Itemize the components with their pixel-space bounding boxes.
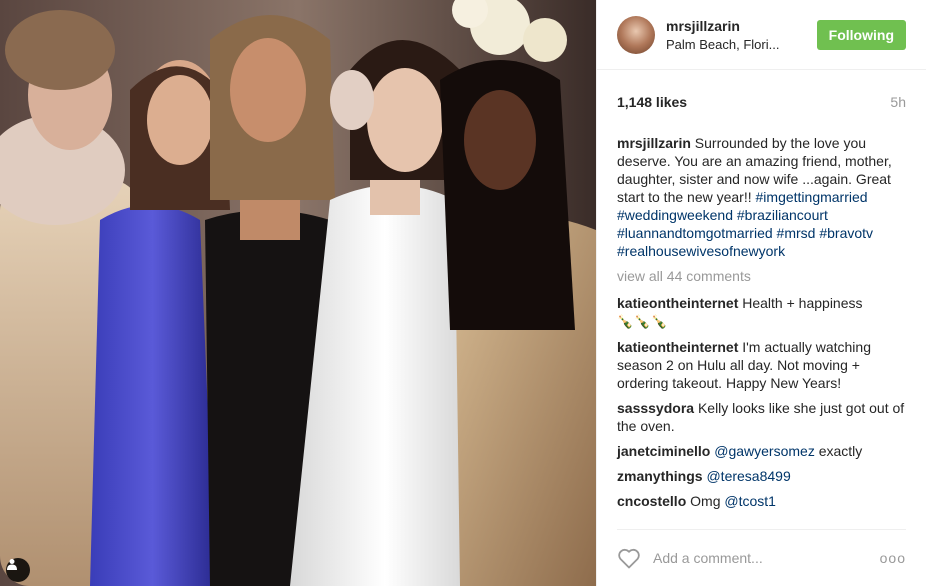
add-comment-row: ooo bbox=[617, 529, 906, 586]
comment-username[interactable]: sasssydora bbox=[617, 400, 694, 416]
more-options-icon[interactable]: ooo bbox=[880, 550, 906, 566]
group-photo-illustration bbox=[0, 0, 596, 586]
user-block: mrsjillzarin Palm Beach, Flori... bbox=[666, 18, 817, 52]
hashtag[interactable]: #luannandtomgotmarried bbox=[617, 225, 773, 241]
comment-item: sasssydora Kelly looks like she just got… bbox=[617, 399, 906, 435]
comment-item: cncostello Omg @tcost1 bbox=[617, 492, 906, 510]
post-header: mrsjillzarin Palm Beach, Flori... Follow… bbox=[597, 0, 926, 70]
champagne-emoji: 🍾🍾🍾 bbox=[617, 314, 669, 329]
location-link[interactable]: Palm Beach, Flori... bbox=[666, 37, 817, 52]
comment-username[interactable]: zmanythings bbox=[617, 468, 703, 484]
hashtag[interactable]: #weddingweekend bbox=[617, 207, 733, 223]
hashtag[interactable]: #braziliancourt bbox=[737, 207, 828, 223]
comment-username[interactable]: janetciminello bbox=[617, 443, 710, 459]
comment-item: zmanythings @teresa8499 bbox=[617, 467, 906, 485]
likes-row: 1,148 likes 5h bbox=[597, 70, 926, 134]
comments-section: mrsjillzarin Surrounded by the love you … bbox=[597, 134, 926, 510]
comment-text: Health + happiness bbox=[738, 295, 863, 311]
hashtag[interactable]: #realhousewivesofnewyork bbox=[617, 243, 785, 259]
comment-item: janetciminello @gawyersomez exactly bbox=[617, 442, 906, 460]
username-link[interactable]: mrsjillzarin bbox=[666, 18, 817, 34]
hashtag[interactable]: #mrsd bbox=[777, 225, 816, 241]
instagram-post: mrsjillzarin Palm Beach, Flori... Follow… bbox=[0, 0, 926, 586]
comment-text: exactly bbox=[814, 443, 863, 459]
comment-text: Omg bbox=[686, 493, 725, 509]
comment-username[interactable]: katieontheinternet bbox=[617, 295, 738, 311]
comment-item: katieontheinternet I'm actually watching… bbox=[617, 338, 906, 392]
caption-username[interactable]: mrsjillzarin bbox=[617, 135, 691, 151]
hashtag[interactable]: #imgettingmarried bbox=[756, 189, 868, 205]
following-button[interactable]: Following bbox=[816, 19, 906, 50]
comment-mention[interactable]: @tcost1 bbox=[724, 493, 776, 509]
caption: mrsjillzarin Surrounded by the love you … bbox=[617, 134, 906, 260]
post-details-panel: mrsjillzarin Palm Beach, Flori... Follow… bbox=[596, 0, 926, 586]
add-comment-input[interactable] bbox=[651, 549, 880, 567]
person-tag-icon bbox=[7, 559, 17, 570]
post-photo[interactable] bbox=[0, 0, 596, 586]
comment-mention[interactable]: @gawyersomez bbox=[714, 443, 815, 459]
heart-outline-icon[interactable] bbox=[617, 547, 641, 569]
post-time[interactable]: 5h bbox=[890, 94, 906, 110]
comment-username[interactable]: katieontheinternet bbox=[617, 339, 738, 355]
likes-count[interactable]: 1,148 likes bbox=[617, 94, 687, 110]
view-all-comments-link[interactable]: view all 44 comments bbox=[617, 267, 906, 285]
comment-username[interactable]: cncostello bbox=[617, 493, 686, 509]
comment-item: katieontheinternet Health + happiness 🍾🍾… bbox=[617, 294, 906, 331]
hashtag[interactable]: #bravotv bbox=[819, 225, 873, 241]
avatar[interactable] bbox=[617, 15, 655, 54]
comment-mention[interactable]: @teresa8499 bbox=[706, 468, 790, 484]
tag-people-button[interactable] bbox=[6, 558, 30, 582]
